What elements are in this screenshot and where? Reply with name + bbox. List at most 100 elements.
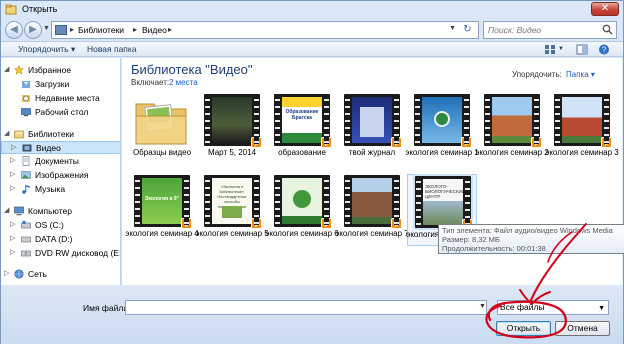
file-name: экология семинар 3: [545, 148, 619, 157]
preview-pane-icon[interactable]: [576, 44, 588, 55]
expand-arrow-icon[interactable]: ▷: [4, 269, 9, 277]
sidebar-item-label: Сеть: [28, 269, 47, 279]
collapse-arrow-icon[interactable]: ◢: [4, 65, 9, 73]
chevron-down-icon: ▼: [598, 305, 605, 312]
app-icon: [5, 4, 17, 15]
help-icon[interactable]: ?: [598, 44, 610, 55]
folder-icon: [135, 103, 187, 145]
file-item-video[interactable]: экология семинар 7: [335, 175, 409, 245]
chevron-right-icon[interactable]: ▸: [70, 25, 74, 34]
arrange-by-dropdown[interactable]: Папка ▾: [566, 70, 595, 79]
sidebar-item-label: Библиотеки: [28, 129, 75, 139]
sidebar-item-drive-c[interactable]: ▷ OS (C:): [1, 219, 120, 232]
filetype-select[interactable]: Все файлы ▼: [497, 300, 609, 315]
file-item-video[interactable]: экология семинар 1: [405, 94, 479, 164]
arrange-by-label: Упорядочить:: [512, 70, 562, 79]
play-badge-icon: [461, 137, 472, 148]
svg-text:?: ?: [602, 46, 607, 55]
search-icon[interactable]: [602, 24, 613, 35]
file-item-video[interactable]: экология семинар 2: [475, 94, 549, 164]
view-options-icon[interactable]: [544, 44, 556, 55]
tooltip-size: Размер: 8,32 МБ: [442, 235, 500, 244]
library-locations-link[interactable]: 2 места: [169, 78, 198, 87]
navigation-row: ◀ ▶ ▼ ▸ Библиотеки ▸ Видео ▸ ▼ ↻ Поиск: …: [1, 19, 623, 41]
forward-button[interactable]: ▶: [24, 21, 42, 39]
collapse-arrow-icon[interactable]: ◢: [4, 129, 9, 137]
expand-arrow-icon[interactable]: ▷: [10, 156, 15, 164]
new-folder-button[interactable]: Новая папка: [87, 44, 137, 54]
thumbnail-text: Экология в 9": [144, 196, 180, 202]
video-thumbnail: ЭКОЛОГО-БИОЛОГИЧЕСКИЙ ЦЕНТР: [415, 176, 473, 230]
sidebar-item-label: Рабочий стол: [35, 107, 89, 117]
expand-arrow-icon[interactable]: ▷: [10, 234, 15, 242]
drive-icon: [21, 236, 31, 243]
chevron-right-icon[interactable]: ▸: [133, 25, 137, 34]
chevron-right-icon[interactable]: ▸: [168, 25, 172, 34]
file-item-video[interactable]: Экология в 9" экология семинар 4: [125, 175, 199, 245]
refresh-button[interactable]: ↻: [460, 23, 475, 37]
dvd-drive-icon: [21, 250, 31, 257]
close-button[interactable]: ✕: [591, 2, 619, 16]
organize-button[interactable]: Упорядочить ▾: [18, 44, 75, 55]
expand-arrow-icon[interactable]: ▷: [10, 248, 15, 256]
sidebar-item-favorites[interactable]: ◢ Избранное: [1, 64, 120, 77]
collapse-arrow-icon[interactable]: ◢: [4, 206, 9, 214]
file-item-video[interactable]: «Экология и Библиотека»: Нестандартные с…: [195, 175, 269, 245]
view-dropdown-icon[interactable]: ▼: [558, 46, 564, 52]
sidebar-item-documents[interactable]: ▷ Документы: [1, 155, 120, 168]
expand-arrow-icon[interactable]: ▷: [11, 143, 16, 151]
play-badge-icon: [321, 137, 332, 148]
play-badge-icon: [251, 137, 262, 148]
file-item-video[interactable]: Образование Братска образование: [268, 94, 336, 164]
expand-arrow-icon[interactable]: ▷: [10, 220, 15, 228]
file-item-video[interactable]: твой журнал: [338, 94, 406, 164]
recent-pages-dropdown[interactable]: ▼: [43, 25, 50, 32]
file-name: экология семинар 2: [475, 148, 549, 157]
sidebar-item-label: Загрузки: [35, 79, 70, 89]
sidebar-item-downloads[interactable]: Загрузки: [1, 78, 120, 91]
search-placeholder: Поиск: Видео: [488, 25, 542, 35]
play-badge-icon: [251, 218, 262, 229]
expand-arrow-icon[interactable]: ▷: [10, 170, 15, 178]
cancel-button[interactable]: Отмена: [555, 321, 610, 336]
address-bar[interactable]: ▸ Библиотеки ▸ Видео ▸ ▼ ↻: [51, 21, 479, 39]
sidebar-item-recent-places[interactable]: Недавние места: [1, 92, 120, 105]
play-badge-icon: [601, 137, 612, 148]
sidebar-item-pictures[interactable]: ▷ Изображения: [1, 169, 120, 182]
sidebar-item-network[interactable]: ▷ Сеть: [1, 268, 120, 281]
window-title: Открыть: [22, 4, 58, 14]
filename-input[interactable]: [125, 300, 487, 315]
video-thumbnail: Образование Братска: [274, 94, 332, 148]
file-item-video[interactable]: Март 5, 2014: [198, 94, 266, 164]
sidebar-item-music[interactable]: ▷ Музыка: [1, 183, 120, 196]
video-thumbnail: [344, 175, 402, 229]
file-item-video[interactable]: экология семинар 3: [545, 94, 619, 164]
thumbnail-text: ЭКОЛОГО-БИОЛОГИЧЕСКИЙ ЦЕНТР: [425, 184, 463, 199]
video-thumbnail: Экология в 9": [134, 175, 192, 229]
sidebar-item-desktop[interactable]: Рабочий стол: [1, 106, 120, 119]
file-name: твой журнал: [348, 148, 396, 157]
sidebar-item-computer[interactable]: ◢ Компьютер: [1, 205, 120, 218]
video-thumbnail: [344, 94, 402, 148]
sidebar-item-video[interactable]: ▷ Видео: [1, 141, 120, 154]
sidebar-item-drive-d[interactable]: ▷ DATA (D:): [1, 233, 120, 246]
file-name: экология семинар 5: [195, 229, 269, 238]
address-dropdown-icon[interactable]: ▼: [449, 25, 456, 32]
search-input[interactable]: Поиск: Видео: [483, 21, 617, 39]
back-button[interactable]: ◀: [5, 21, 23, 39]
sidebar-item-label: DVD RW дисковод (E:) Au: [35, 248, 120, 258]
open-button[interactable]: Открыть: [496, 321, 551, 336]
expand-arrow-icon[interactable]: ▷: [10, 184, 15, 192]
video-thumbnail: «Экология и Библиотека»: Нестандартные с…: [204, 175, 262, 229]
navigation-pane: ◢ Избранное Загрузки Недавние места Рабо…: [1, 58, 121, 285]
sidebar-item-label: Документы: [35, 156, 79, 166]
file-item-video[interactable]: экология семинар 6: [265, 175, 339, 245]
open-file-dialog: Открыть ✕ ◀ ▶ ▼ ▸ Библиотеки ▸ Видео ▸ ▼…: [0, 0, 624, 344]
breadcrumb-libraries[interactable]: Библиотеки: [78, 25, 124, 35]
breadcrumb-video[interactable]: Видео: [142, 25, 167, 35]
file-item-folder[interactable]: Образцы видео: [128, 94, 196, 164]
video-thumbnail: [274, 175, 332, 229]
sidebar-item-dvd-drive[interactable]: ▷ DVD RW дисковод (E:) Au: [1, 247, 120, 260]
sidebar-item-libraries[interactable]: ◢ Библиотеки: [1, 128, 120, 141]
filename-dropdown-icon[interactable]: ▼: [479, 303, 486, 310]
